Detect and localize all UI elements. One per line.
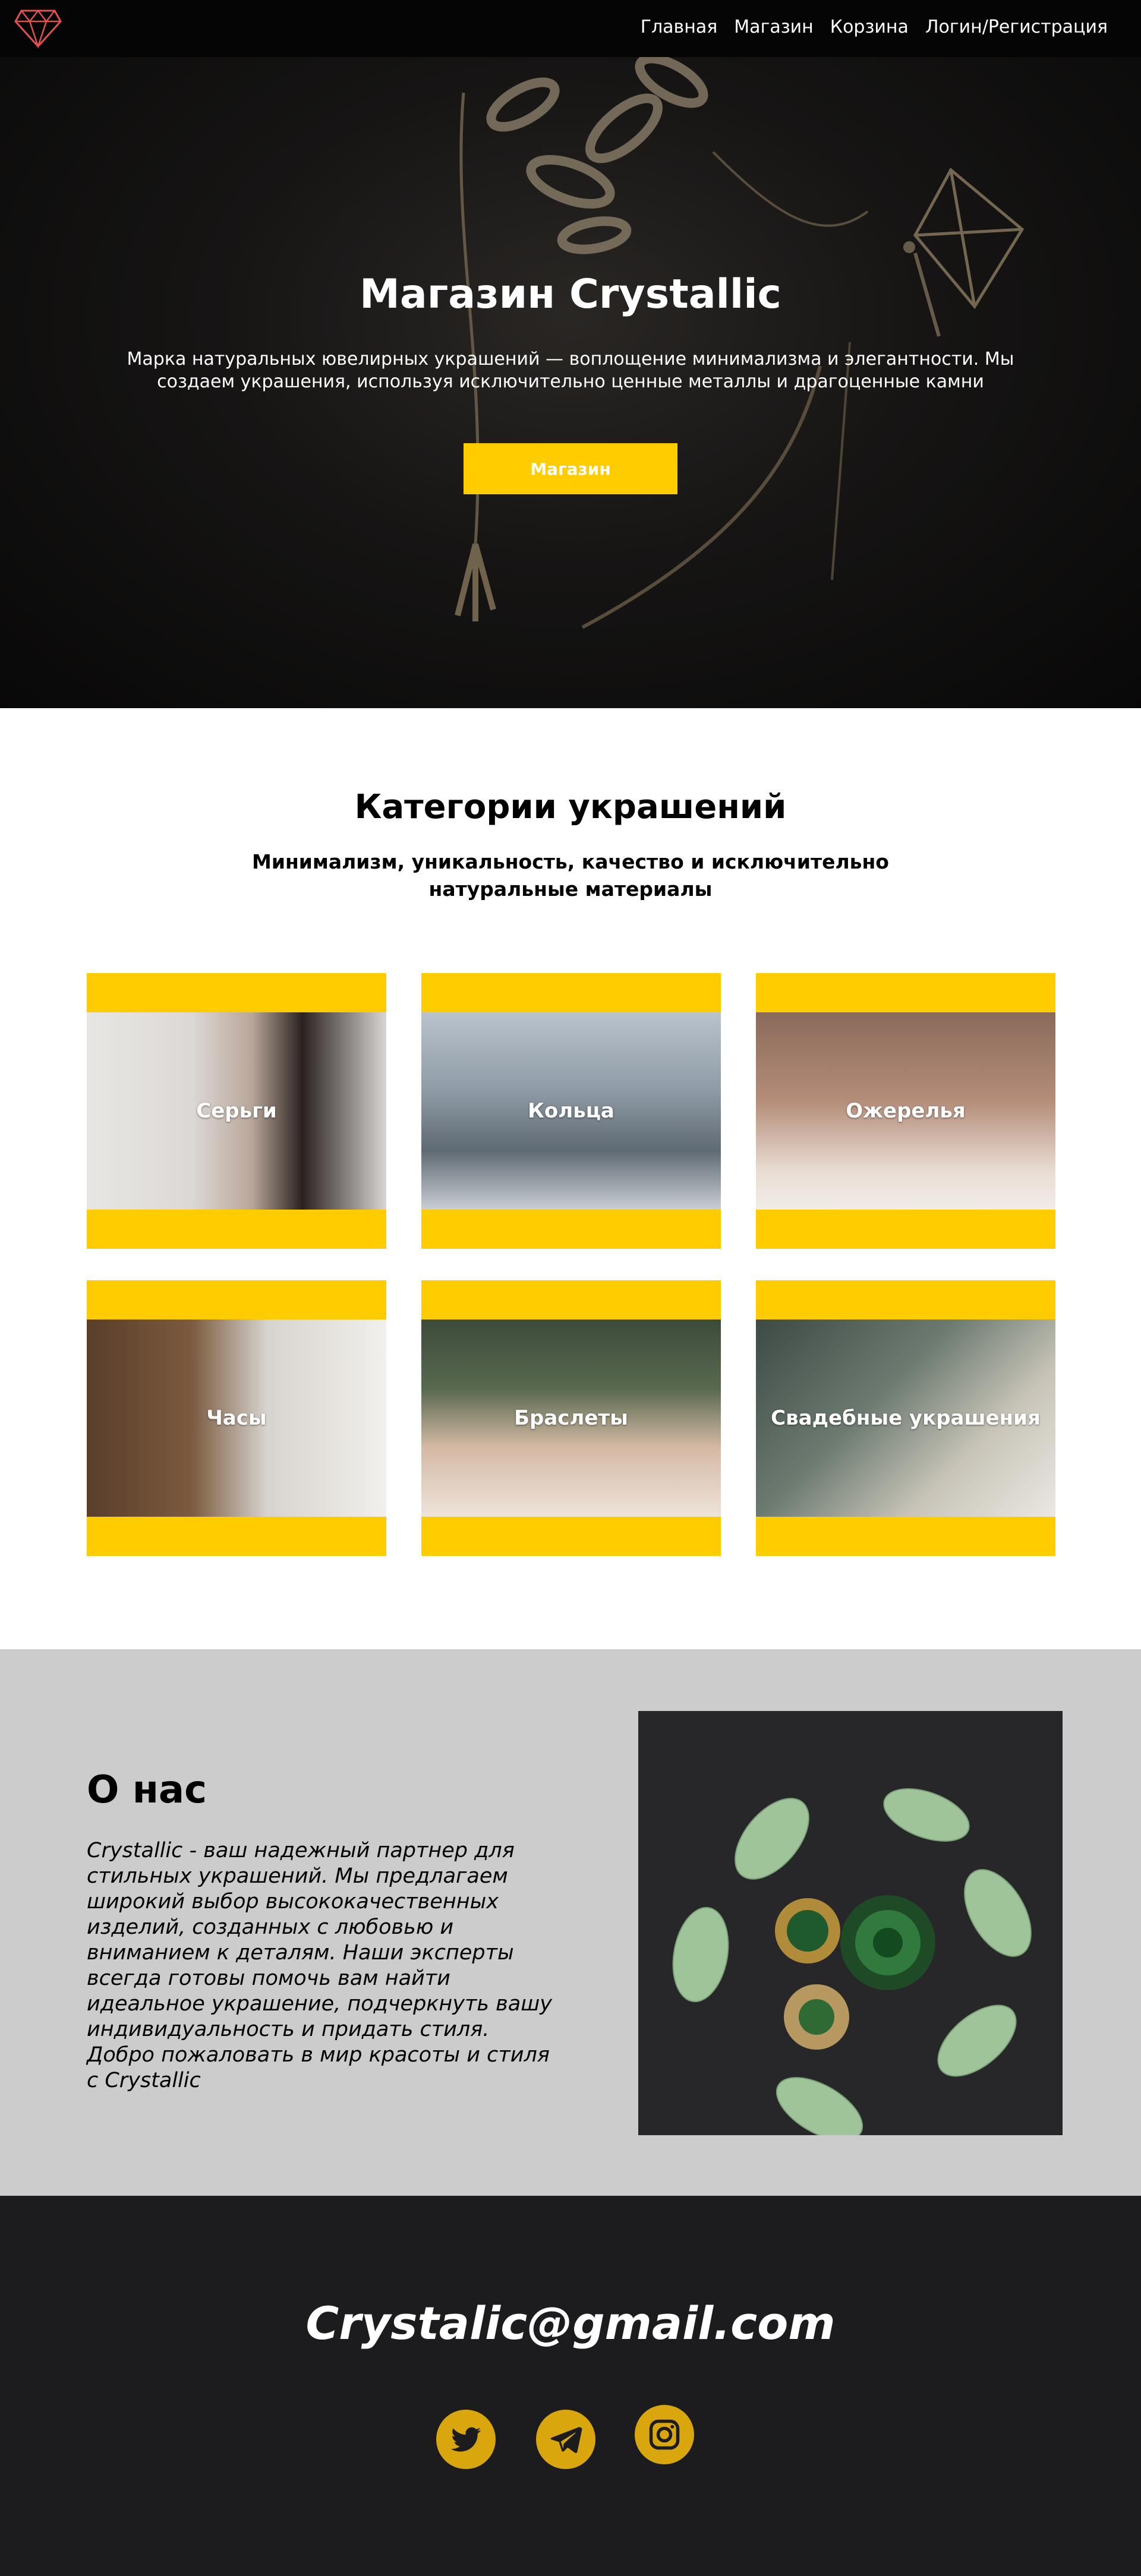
wedding-photo: Свадебные украшения — [756, 1319, 1055, 1517]
footer: Crystalic@gmail.com — [0, 2196, 1141, 2576]
categories-title: Категории украшений — [354, 788, 787, 826]
nav-links: Главная Магазин Корзина Логин/Регистраци… — [641, 17, 1108, 37]
diamond-logo-icon[interactable] — [13, 7, 63, 49]
nav-link-shop[interactable]: Магазин — [734, 17, 813, 37]
shop-button[interactable]: Магазин — [464, 443, 677, 494]
top-nav: Главная Магазин Корзина Логин/Регистраци… — [0, 0, 1141, 57]
categories-subtitle: Минимализм, уникальность, качество и иск… — [252, 850, 889, 901]
nav-link-cart[interactable]: Корзина — [830, 17, 909, 37]
category-label: Часы — [206, 1406, 267, 1430]
nav-link-login[interactable]: Логин/Регистрация — [925, 17, 1108, 37]
category-card-necklaces[interactable]: Ожерелья — [756, 973, 1055, 1249]
category-label: Ожерелья — [846, 1099, 966, 1123]
hero-title: Магазин Crystallic — [360, 271, 781, 318]
bracelets-photo: Браслеты — [421, 1319, 721, 1517]
category-label: Браслеты — [514, 1406, 628, 1430]
rings-photo: Кольца — [421, 1012, 721, 1210]
category-label: Кольца — [528, 1099, 614, 1123]
earrings-photo: Серьги — [87, 1012, 386, 1210]
about-text: Crystallic - ваш надежный партнер для ст… — [87, 1839, 552, 2092]
about-photo — [638, 1711, 1063, 2135]
category-card-watches[interactable]: Часы — [87, 1280, 386, 1556]
category-card-bracelets[interactable]: Браслеты — [421, 1280, 721, 1556]
nav-link-home[interactable]: Главная — [641, 17, 718, 37]
hero-section: Магазин Crystallic Марка натуральных юве… — [0, 57, 1141, 708]
about-title: О нас — [87, 1768, 207, 1812]
telegram-icon[interactable] — [536, 2410, 595, 2469]
category-card-earrings[interactable]: Серьги — [87, 973, 386, 1249]
categories-section: Категории украшений Минимализм, уникальн… — [0, 708, 1141, 1649]
watches-photo: Часы — [87, 1319, 386, 1517]
about-section: О нас Crystallic - ваш надежный партнер … — [0, 1649, 1141, 2196]
necklaces-photo: Ожерелья — [756, 1012, 1055, 1210]
twitter-icon[interactable] — [436, 2410, 496, 2469]
category-label: Серьги — [196, 1099, 277, 1123]
category-card-rings[interactable]: Кольца — [421, 973, 721, 1249]
contact-email[interactable]: Crystalic@gmail.com — [0, 2297, 1141, 2350]
category-label: Свадебные украшения — [771, 1406, 1041, 1430]
hero-description: Марка натуральных ювелирных украшений — … — [127, 349, 1014, 392]
category-card-wedding[interactable]: Свадебные украшения — [756, 1280, 1055, 1556]
instagram-icon[interactable] — [635, 2405, 694, 2464]
